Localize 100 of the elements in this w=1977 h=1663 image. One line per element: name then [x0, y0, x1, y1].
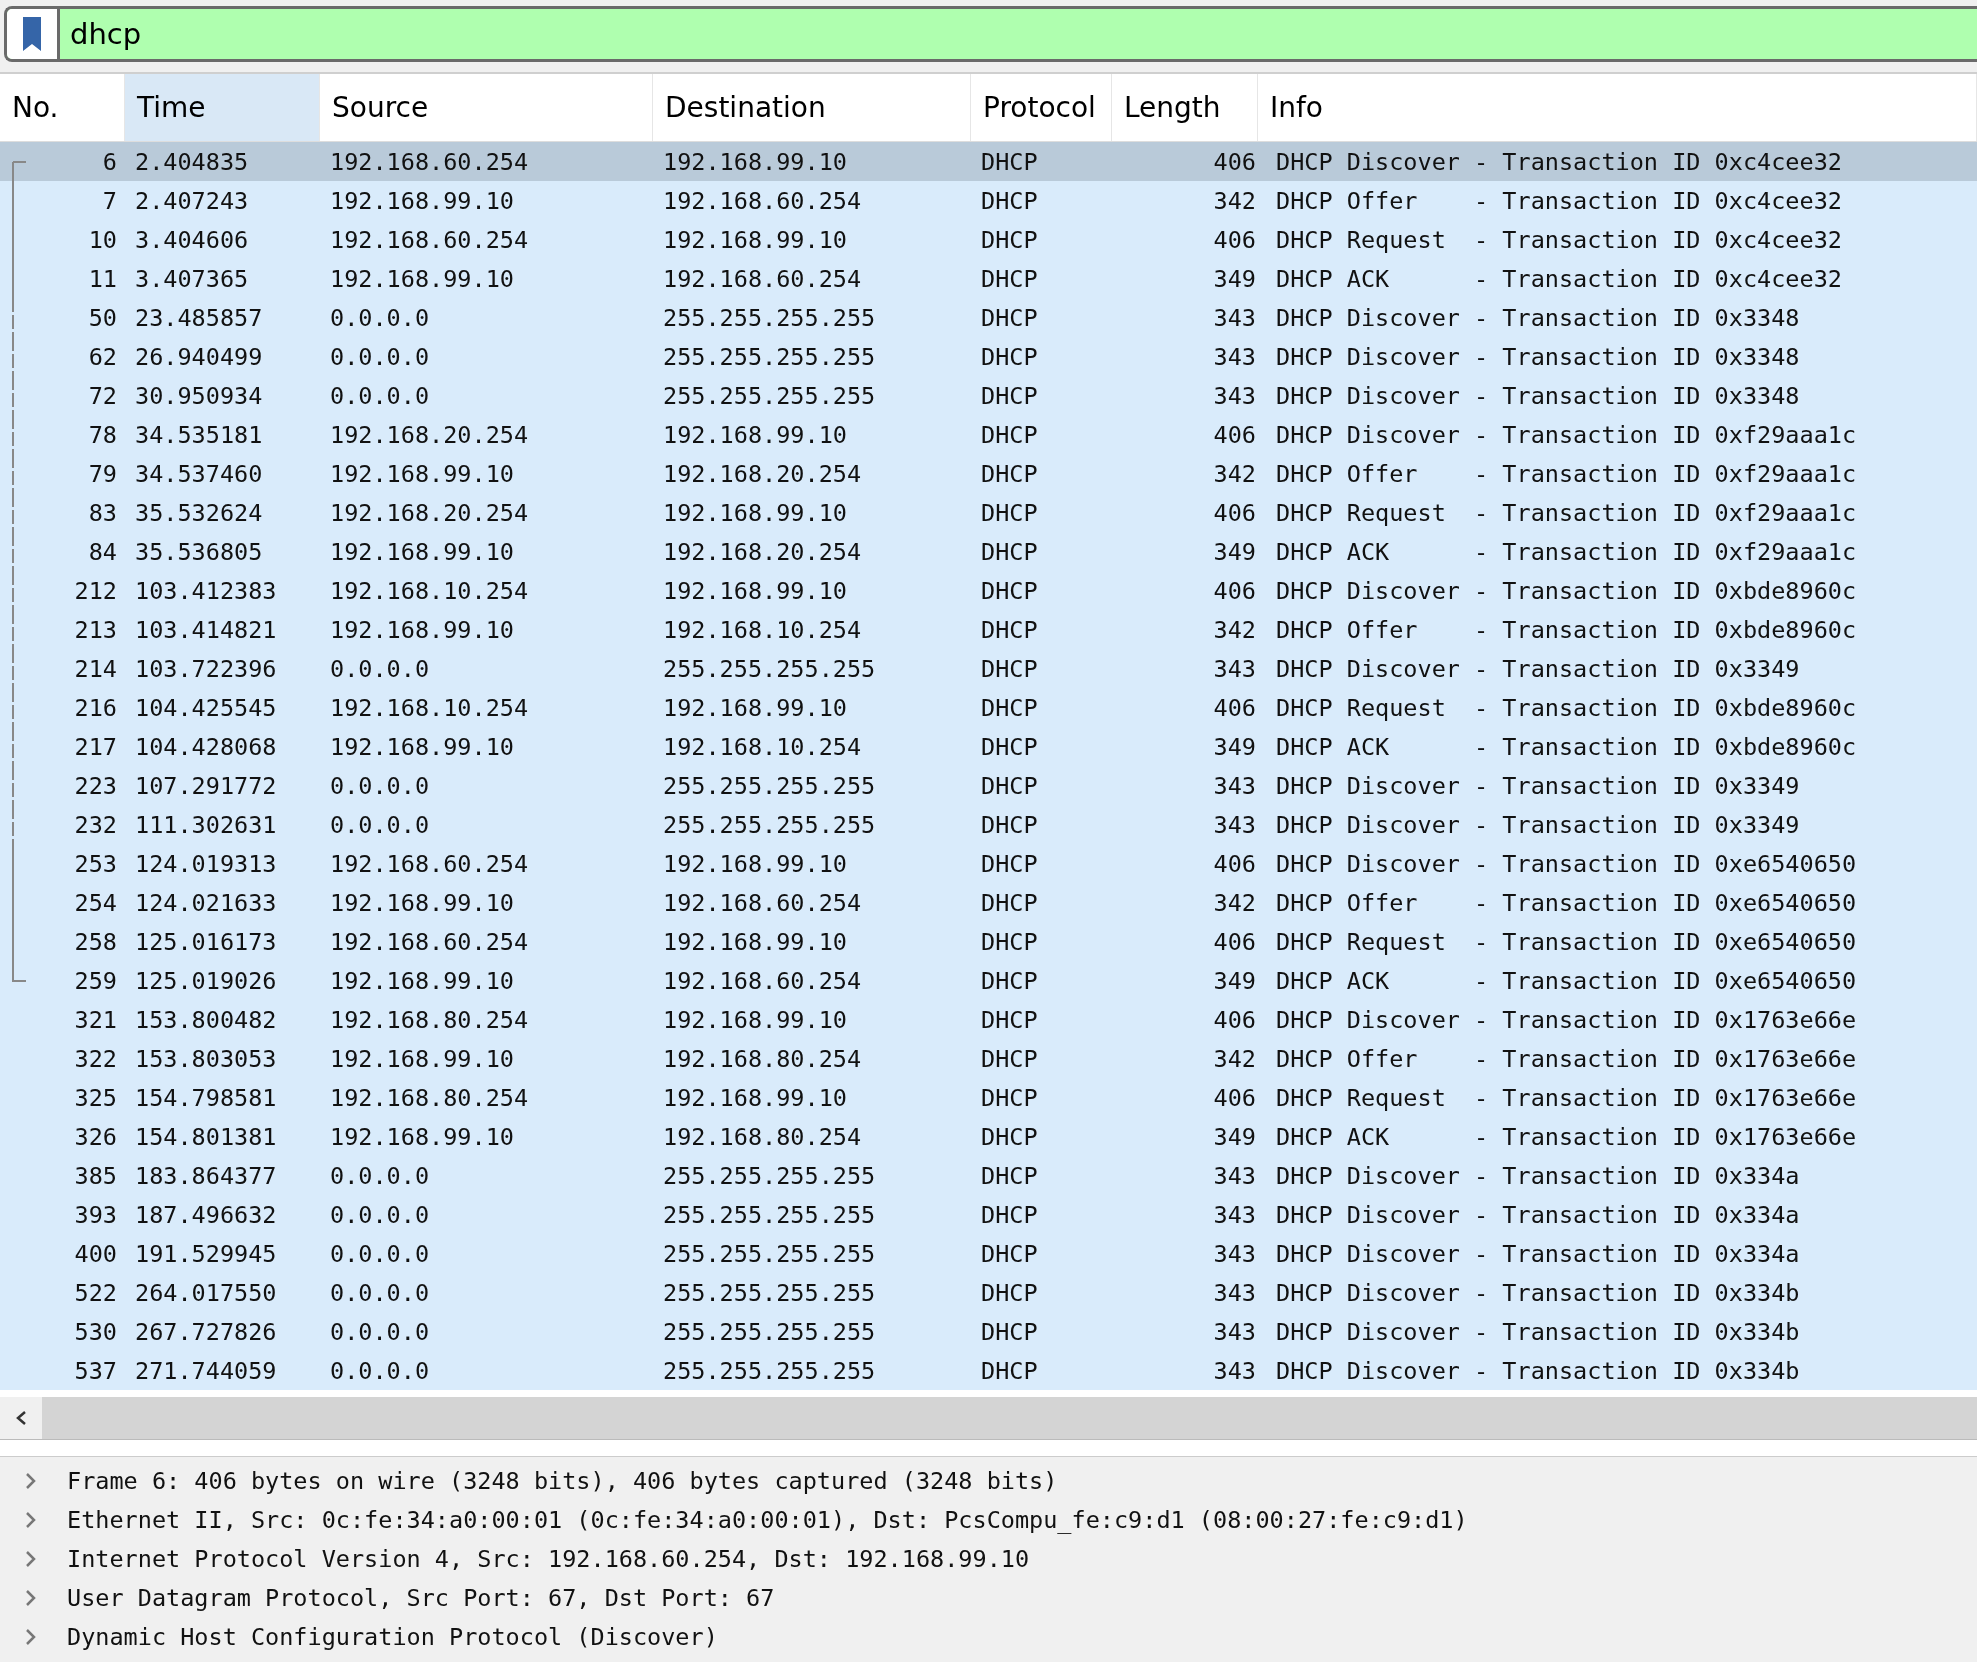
length-cell: 343	[1213, 1278, 1256, 1307]
packet-row[interactable]: 62 26.940499 0.0.0.0 255.255.255.255 DHCP 343 DHCP Discover - Transaction ID 0x3348	[0, 337, 1977, 376]
packet-row[interactable]: 213 103.414821 192.168.99.10 192.168.10.254 DHCP 342 DHCP Offer - Transaction ID 0xbde8960c	[0, 610, 1977, 649]
protocol-cell: DHCP	[981, 1083, 1038, 1112]
packet-row[interactable]: 322 153.803053 192.168.99.10 192.168.80.254 DHCP 342 DHCP Offer - Transaction ID 0x1763e66e	[0, 1039, 1977, 1078]
info-cell: DHCP Discover - Transaction ID 0x334a	[1276, 1161, 1800, 1190]
info-cell: DHCP ACK - Transaction ID 0xbde8960c	[1276, 732, 1857, 761]
protocol-cell: DHCP	[981, 888, 1038, 917]
detail-tree-item[interactable]: Frame 6: 406 bytes on wire (3248 bits), 406 bytes captured (3248 bits)	[0, 1461, 1977, 1500]
length-cell: 342	[1213, 186, 1256, 215]
packet-row[interactable]: 259 125.019026 192.168.99.10 192.168.60.254 DHCP 349 DHCP ACK - Transaction ID 0xe6540650	[0, 961, 1977, 1000]
protocol-cell: DHCP	[981, 1161, 1038, 1190]
number-cell: 400	[74, 1239, 117, 1268]
time-cell: 125.016173	[135, 927, 277, 956]
time-cell: 111.302631	[135, 810, 277, 839]
source-cell: 192.168.60.254	[330, 147, 529, 176]
packet-row[interactable]: 6 2.404835 192.168.60.254 192.168.99.10 DHCP 406 DHCP Discover - Transaction ID 0xc4cee32	[0, 142, 1977, 181]
packet-row[interactable]: 232 111.302631 0.0.0.0 255.255.255.255 DHCP 343 DHCP Discover - Transaction ID 0x3349	[0, 805, 1977, 844]
info-cell: DHCP Discover - Transaction ID 0xc4cee32	[1276, 147, 1842, 176]
packet-row[interactable]: 258 125.016173 192.168.60.254 192.168.99.10 DHCP 406 DHCP Request - Transaction ID 0xe6540650	[0, 922, 1977, 961]
number-cell: 254	[74, 888, 117, 917]
protocol-cell: DHCP	[981, 264, 1038, 293]
destination-cell: 192.168.99.10	[663, 420, 847, 449]
detail-text: Ethernet II, Src: 0c:fe:34:a0:00:01 (0c:fe:34:a0:00:01), Dst: PcsCompu_fe:c9:d1 (08:00:27:fe:c9:d1)	[67, 1505, 1468, 1534]
packet-row[interactable]: 321 153.800482 192.168.80.254 192.168.99.10 DHCP 406 DHCP Discover - Transaction ID 0x1763e66e	[0, 1000, 1977, 1039]
detail-tree-item[interactable]: User Datagram Protocol, Src Port: 67, Dst Port: 67	[0, 1578, 1977, 1617]
number-cell: 79	[88, 459, 117, 488]
time-cell: 124.021633	[135, 888, 277, 917]
packet-row[interactable]: 325 154.798581 192.168.80.254 192.168.99.10 DHCP 406 DHCP Request - Transaction ID 0x1763e66e	[0, 1078, 1977, 1117]
length-cell: 349	[1213, 264, 1256, 293]
info-cell: DHCP Discover - Transaction ID 0xe6540650	[1276, 849, 1857, 878]
length-cell: 343	[1213, 381, 1256, 410]
length-cell: 343	[1213, 1317, 1256, 1346]
length-cell: 342	[1213, 888, 1256, 917]
packet-row[interactable]: 217 104.428068 192.168.99.10 192.168.10.254 DHCP 349 DHCP ACK - Transaction ID 0xbde8960c	[0, 727, 1977, 766]
destination-cell: 192.168.80.254	[663, 1122, 862, 1151]
protocol-cell: DHCP	[981, 342, 1038, 371]
column-header[interactable]: Length	[1112, 74, 1258, 141]
protocol-cell: DHCP	[981, 615, 1038, 644]
packet-row[interactable]: 79 34.537460 192.168.99.10 192.168.20.254 DHCP 342 DHCP Offer - Transaction ID 0xf29aaa1c	[0, 454, 1977, 493]
packet-row[interactable]: 72 30.950934 0.0.0.0 255.255.255.255 DHCP 343 DHCP Discover - Transaction ID 0x3348	[0, 376, 1977, 415]
packet-row[interactable]: 393 187.496632 0.0.0.0 255.255.255.255 DHCP 343 DHCP Discover - Transaction ID 0x334a	[0, 1195, 1977, 1234]
destination-cell: 255.255.255.255	[663, 1278, 876, 1307]
column-header[interactable]: Protocol	[971, 74, 1112, 141]
packet-row[interactable]: 530 267.727826 0.0.0.0 255.255.255.255 DHCP 343 DHCP Discover - Transaction ID 0x334b	[0, 1312, 1977, 1351]
expand-chevron-icon[interactable]	[24, 1627, 38, 1646]
expand-chevron-icon[interactable]	[24, 1471, 38, 1490]
number-cell: 214	[74, 654, 117, 683]
column-header[interactable]: Source	[320, 74, 653, 141]
protocol-cell: DHCP	[981, 420, 1038, 449]
detail-tree-item[interactable]: Ethernet II, Src: 0c:fe:34:a0:00:01 (0c:fe:34:a0:00:01), Dst: PcsCompu_fe:c9:d1 (08:00:27:fe:c9:d1)	[0, 1500, 1977, 1539]
protocol-cell: DHCP	[981, 1005, 1038, 1034]
packet-row[interactable]: 223 107.291772 0.0.0.0 255.255.255.255 DHCP 343 DHCP Discover - Transaction ID 0x3349	[0, 766, 1977, 805]
column-header[interactable]: Time	[125, 74, 320, 141]
destination-cell: 192.168.99.10	[663, 225, 847, 254]
info-cell: DHCP Discover - Transaction ID 0x1763e66e	[1276, 1005, 1857, 1034]
packet-row[interactable]: 78 34.535181 192.168.20.254 192.168.99.10 DHCP 406 DHCP Discover - Transaction ID 0xf29aaa1c	[0, 415, 1977, 454]
packet-row[interactable]: 326 154.801381 192.168.99.10 192.168.80.254 DHCP 349 DHCP ACK - Transaction ID 0x1763e66e	[0, 1117, 1977, 1156]
detail-tree-item[interactable]: Internet Protocol Version 4, Src: 192.168.60.254, Dst: 192.168.99.10	[0, 1539, 1977, 1578]
info-cell: DHCP Offer - Transaction ID 0xc4cee32	[1276, 186, 1842, 215]
packet-row[interactable]: 216 104.425545 192.168.10.254 192.168.99.10 DHCP 406 DHCP Request - Transaction ID 0xbde8960c	[0, 688, 1977, 727]
horizontal-scrollbar[interactable]	[0, 1397, 1977, 1440]
packet-row[interactable]: 214 103.722396 0.0.0.0 255.255.255.255 DHCP 343 DHCP Discover - Transaction ID 0x3349	[0, 649, 1977, 688]
expand-chevron-icon[interactable]	[24, 1510, 38, 1529]
column-header[interactable]: Info	[1258, 74, 1977, 141]
column-header[interactable]: Destination	[653, 74, 971, 141]
packet-row[interactable]: 10 3.404606 192.168.60.254 192.168.99.10 DHCP 406 DHCP Request - Transaction ID 0xc4cee32	[0, 220, 1977, 259]
packet-row[interactable]: 522 264.017550 0.0.0.0 255.255.255.255 DHCP 343 DHCP Discover - Transaction ID 0x334b	[0, 1273, 1977, 1312]
destination-cell: 192.168.99.10	[663, 498, 847, 527]
packet-row[interactable]: 212 103.412383 192.168.10.254 192.168.99.10 DHCP 406 DHCP Discover - Transaction ID 0xbde8960c	[0, 571, 1977, 610]
destination-cell: 192.168.60.254	[663, 264, 862, 293]
info-cell: DHCP Offer - Transaction ID 0xf29aaa1c	[1276, 459, 1857, 488]
packet-row[interactable]: 400 191.529945 0.0.0.0 255.255.255.255 DHCP 343 DHCP Discover - Transaction ID 0x334a	[0, 1234, 1977, 1273]
expand-chevron-icon[interactable]	[24, 1549, 38, 1568]
packet-row[interactable]: 385 183.864377 0.0.0.0 255.255.255.255 DHCP 343 DHCP Discover - Transaction ID 0x334a	[0, 1156, 1977, 1195]
source-cell: 192.168.99.10	[330, 264, 514, 293]
scroll-left-button[interactable]	[0, 1397, 42, 1439]
source-cell: 192.168.99.10	[330, 888, 514, 917]
packet-row[interactable]: 84 35.536805 192.168.99.10 192.168.20.254 DHCP 349 DHCP ACK - Transaction ID 0xf29aaa1c	[0, 532, 1977, 571]
info-cell: DHCP Discover - Transaction ID 0x334b	[1276, 1278, 1800, 1307]
time-cell: 30.950934	[135, 381, 263, 410]
packet-row[interactable]: 11 3.407365 192.168.99.10 192.168.60.254 DHCP 349 DHCP ACK - Transaction ID 0xc4cee32	[0, 259, 1977, 298]
length-cell: 343	[1213, 771, 1256, 800]
packet-row[interactable]: 7 2.407243 192.168.99.10 192.168.60.254 DHCP 342 DHCP Offer - Transaction ID 0xc4cee32	[0, 181, 1977, 220]
destination-cell: 192.168.99.10	[663, 693, 847, 722]
time-cell: 34.535181	[135, 420, 263, 449]
source-cell: 0.0.0.0	[330, 771, 430, 800]
bookmark-icon[interactable]	[22, 16, 42, 52]
packet-row[interactable]: 253 124.019313 192.168.60.254 192.168.99.10 DHCP 406 DHCP Discover - Transaction ID 0xe6540650	[0, 844, 1977, 883]
source-cell: 0.0.0.0	[330, 1200, 430, 1229]
packet-row[interactable]: 254 124.021633 192.168.99.10 192.168.60.254 DHCP 342 DHCP Offer - Transaction ID 0xe6540650	[0, 883, 1977, 922]
length-cell: 406	[1213, 420, 1256, 449]
packet-row[interactable]: 537 271.744059 0.0.0.0 255.255.255.255 DHCP 343 DHCP Discover - Transaction ID 0x334b	[0, 1351, 1977, 1390]
packet-row[interactable]: 50 23.485857 0.0.0.0 255.255.255.255 DHCP 343 DHCP Discover - Transaction ID 0x3348	[0, 298, 1977, 337]
detail-tree-item[interactable]: Dynamic Host Configuration Protocol (Discover)	[0, 1617, 1977, 1656]
source-cell: 0.0.0.0	[330, 810, 430, 839]
packet-row[interactable]: 83 35.532624 192.168.20.254 192.168.99.10 DHCP 406 DHCP Request - Transaction ID 0xf29aaa1c	[0, 493, 1977, 532]
expand-chevron-icon[interactable]	[24, 1588, 38, 1607]
protocol-cell: DHCP	[981, 537, 1038, 566]
time-cell: 103.414821	[135, 615, 277, 644]
